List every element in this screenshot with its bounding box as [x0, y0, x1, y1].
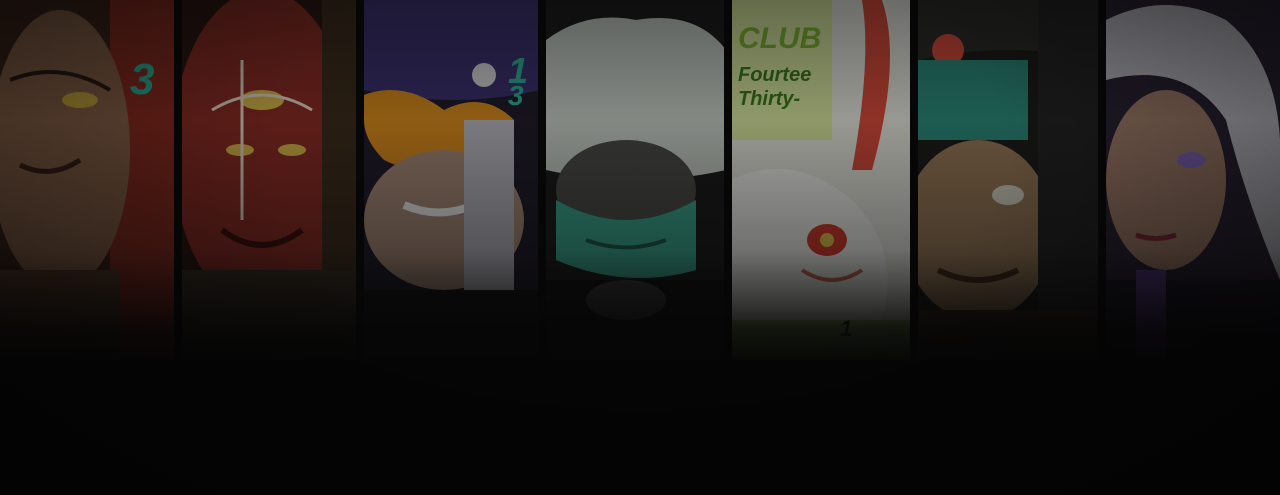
strip-divider [174, 0, 182, 360]
portrait-masked-figure [546, 0, 726, 360]
strip-divider [1098, 0, 1106, 360]
poster-club: CLUB [738, 22, 822, 55]
portrait-red-demon [182, 0, 358, 360]
character-banner: 3 1 3 CLUB Fourtee Thirty- 1 [0, 0, 1280, 495]
poster-line-1: Fourtee [738, 64, 812, 86]
portrait-silver-hair-woman [1106, 0, 1280, 360]
poster-line-2: Thirty- [738, 88, 801, 110]
strip-divider [356, 0, 364, 360]
portrait-bald-man [0, 0, 178, 360]
poster-number-a: 3 [130, 55, 155, 104]
poster-badge: 1 [840, 316, 853, 341]
poster-number-c: 3 [508, 80, 524, 111]
strip-divider [538, 0, 546, 360]
portrait-old-woman [918, 0, 1100, 360]
strip-divider [910, 0, 918, 360]
strip-divider [724, 0, 732, 360]
